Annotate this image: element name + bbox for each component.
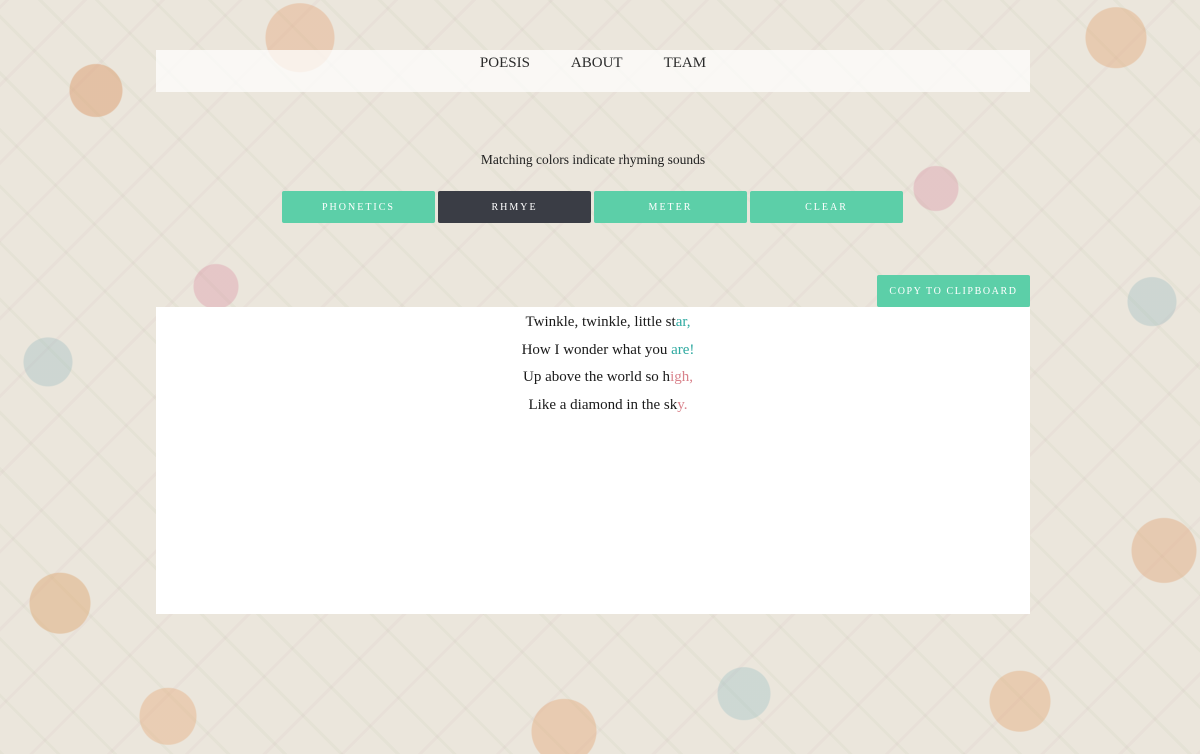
rhyme-button[interactable]: RHMYE	[438, 191, 591, 223]
phonetics-button[interactable]: PHONETICS	[282, 191, 435, 223]
poem-line: Up above the world so high,	[156, 368, 1030, 396]
copy-to-clipboard-button[interactable]: COPY TO CLIPBOARD	[877, 275, 1030, 307]
nav-link-poesis[interactable]: POESIS	[480, 55, 530, 72]
rhyme-highlight: y.	[677, 396, 688, 413]
rhyme-highlight: igh,	[670, 369, 693, 386]
rhyme-hint-text: Matching colors indicate rhyming sounds	[480, 152, 706, 167]
poem-line: How I wonder what you are!	[156, 341, 1030, 369]
meter-button[interactable]: METER	[594, 191, 747, 223]
rhyme-highlight: ar,	[675, 314, 691, 330]
mode-button-group: PHONETICS RHMYE METER CLEAR	[282, 191, 903, 223]
nav-link-team[interactable]: TEAM	[664, 55, 707, 72]
poem-line: Like a diamond in the sky.	[156, 396, 1030, 424]
rhyme-highlight: are!	[671, 341, 695, 358]
poem-line-text: Up above the world so h	[523, 369, 671, 386]
poem-line: Twinkle, twinkle, little star,	[156, 313, 1030, 341]
clear-button[interactable]: CLEAR	[750, 191, 903, 223]
poem-line-text: Like a diamond in the sk	[528, 396, 678, 413]
poem-line-text: How I wonder what you	[521, 341, 672, 358]
poem-line-text: Twinkle, twinkle, little st	[525, 314, 676, 330]
poem-editor[interactable]: Twinkle, twinkle, little star, How I won…	[156, 307, 1030, 614]
nav-link-about[interactable]: ABOUT	[571, 55, 623, 72]
top-nav: POESIS ABOUT TEAM	[156, 50, 1030, 92]
